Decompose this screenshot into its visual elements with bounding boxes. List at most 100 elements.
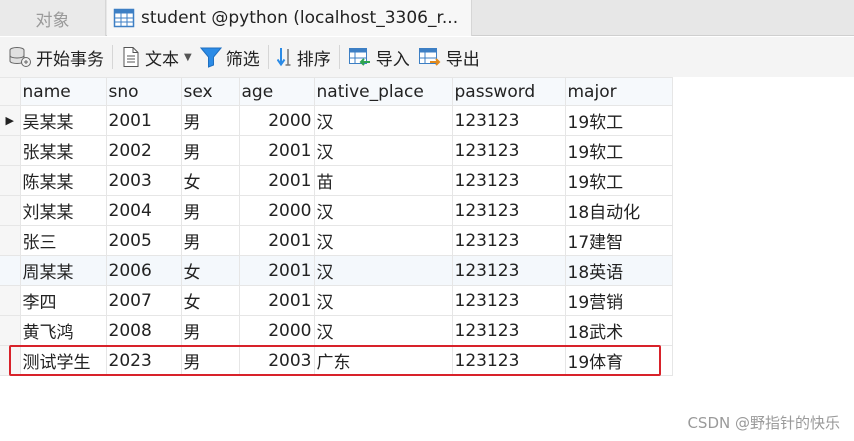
cell-sex[interactable]: 男 [180, 105, 240, 136]
table-row[interactable]: 刘某某 2004 男 2000 汉 123123 18自动化 [0, 195, 673, 226]
row-indicator [0, 225, 21, 256]
cell-password[interactable]: 123123 [451, 315, 566, 346]
table-row[interactable]: ▶ 吴某某 2001 男 2000 汉 123123 19软工 [0, 105, 673, 136]
cell-major[interactable]: 19软工 [564, 105, 673, 136]
cell-major[interactable]: 19营销 [564, 285, 673, 316]
cell-native-place[interactable]: 汉 [313, 255, 453, 286]
cell-age[interactable]: 2001 [238, 135, 315, 166]
tab-student-table[interactable]: student @python (localhost_3306_r... [107, 0, 472, 36]
toolbar-separator [267, 45, 269, 69]
cell-major[interactable]: 19软工 [564, 165, 673, 196]
cell-native-place[interactable]: 汉 [313, 225, 453, 256]
column-header-sex[interactable]: sex [180, 77, 240, 106]
export-label: 导出 [445, 49, 480, 70]
cell-sno[interactable]: 2004 [105, 195, 182, 226]
sort-button[interactable]: 排序 [276, 37, 331, 77]
table-row[interactable]: 张三 2005 男 2001 汉 123123 17建智 [0, 225, 673, 256]
cell-sex[interactable]: 男 [180, 315, 240, 346]
cell-native-place[interactable]: 汉 [313, 135, 453, 166]
table-row[interactable]: 陈某某 2003 女 2001 苗 123123 19软工 [0, 165, 673, 196]
cell-age[interactable]: 2001 [238, 255, 315, 286]
text-label: 文本 [145, 49, 179, 70]
cell-age[interactable]: 2000 [238, 315, 315, 346]
cell-major[interactable]: 18英语 [564, 255, 673, 286]
begin-transaction-label: 开始事务 [36, 49, 104, 70]
cell-name[interactable]: 周某某 [19, 255, 107, 286]
cell-major[interactable]: 17建智 [564, 225, 673, 256]
cell-native-place[interactable]: 汉 [313, 105, 453, 136]
filter-label: 筛选 [225, 49, 260, 70]
cell-sex[interactable]: 女 [180, 255, 240, 286]
cell-name[interactable]: 张某某 [19, 135, 107, 166]
cell-age[interactable]: 2000 [238, 105, 315, 136]
cell-password[interactable]: 123123 [451, 105, 566, 136]
cell-password[interactable]: 123123 [451, 165, 566, 196]
cell-name[interactable]: 黄飞鸿 [19, 315, 107, 346]
table-row[interactable]: 张某某 2002 男 2001 汉 123123 19软工 [0, 135, 673, 166]
toolbar-separator [338, 45, 340, 69]
cell-sno[interactable]: 2006 [105, 255, 182, 286]
chevron-down-icon[interactable]: ▼ [184, 52, 192, 63]
column-header-password[interactable]: password [451, 77, 566, 106]
table-row[interactable]: 周某某 2006 女 2001 汉 123123 18英语 [0, 255, 673, 286]
cell-password[interactable]: 123123 [451, 255, 566, 286]
cell-name[interactable]: 张三 [19, 225, 107, 256]
cell-sno[interactable]: 2003 [105, 165, 182, 196]
tab-bar: 对象 student @python (localhost_3306_r... [0, 0, 854, 36]
cell-age[interactable]: 2001 [238, 225, 315, 256]
cell-native-place[interactable]: 汉 [313, 315, 453, 346]
row-indicator [0, 285, 21, 316]
table-icon [113, 8, 135, 28]
export-table-icon [418, 48, 441, 66]
column-header-sno[interactable]: sno [105, 77, 182, 106]
cell-age[interactable]: 2001 [238, 285, 315, 316]
cell-name[interactable]: 吴某某 [19, 105, 107, 136]
cell-native-place[interactable]: 苗 [313, 165, 453, 196]
cell-password[interactable]: 123123 [451, 225, 566, 256]
table-row[interactable]: 李四 2007 女 2001 汉 123123 19营销 [0, 285, 673, 316]
cell-native-place[interactable]: 汉 [313, 195, 453, 226]
column-header-native-place[interactable]: native_place [313, 77, 453, 106]
cell-name[interactable]: 刘某某 [19, 195, 107, 226]
cell-sex[interactable]: 男 [180, 135, 240, 166]
filter-button[interactable]: 筛选 [199, 37, 260, 77]
cell-password[interactable]: 123123 [451, 285, 566, 316]
tab-objects[interactable]: 对象 [0, 0, 106, 36]
cell-sno[interactable]: 2005 [105, 225, 182, 256]
row-indicator [0, 135, 21, 166]
cell-sex[interactable]: 女 [180, 285, 240, 316]
begin-transaction-button[interactable]: 开始事务 [8, 37, 104, 77]
row-indicator [0, 255, 21, 286]
cell-sno[interactable]: 2002 [105, 135, 182, 166]
column-header-name[interactable]: name [19, 77, 107, 106]
cell-password[interactable]: 123123 [451, 195, 566, 226]
cell-native-place[interactable]: 汉 [313, 285, 453, 316]
watermark: CSDN @野指针的快乐 [687, 414, 840, 432]
current-row-indicator-icon: ▶ [0, 105, 21, 136]
table-row[interactable]: 黄飞鸿 2008 男 2000 汉 123123 18武术 [0, 315, 673, 346]
import-label: 导入 [375, 49, 410, 70]
import-button[interactable]: 导入 [348, 37, 410, 77]
cell-major[interactable]: 19软工 [564, 135, 673, 166]
cell-sno[interactable]: 2007 [105, 285, 182, 316]
text-button[interactable]: 文本 ▼ [121, 37, 192, 77]
cell-name[interactable]: 陈某某 [19, 165, 107, 196]
cell-name[interactable]: 李四 [19, 285, 107, 316]
cell-age[interactable]: 2000 [238, 195, 315, 226]
cell-sex[interactable]: 男 [180, 195, 240, 226]
column-header-age[interactable]: age [238, 77, 315, 106]
import-table-icon [348, 48, 370, 66]
database-transaction-icon [9, 47, 31, 67]
cell-age[interactable]: 2001 [238, 165, 315, 196]
cell-sex[interactable]: 女 [180, 165, 240, 196]
cell-major[interactable]: 18武术 [564, 315, 673, 346]
cell-password[interactable]: 123123 [451, 135, 566, 166]
export-button[interactable]: 导出 [418, 37, 480, 77]
cell-sno[interactable]: 2001 [105, 105, 182, 136]
cell-sex[interactable]: 男 [180, 225, 240, 256]
cell-sno[interactable]: 2008 [105, 315, 182, 346]
column-header-major[interactable]: major [564, 77, 673, 106]
toolbar-separator [112, 45, 113, 69]
cell-major[interactable]: 18自动化 [564, 195, 673, 226]
data-grid: name sno sex age native_place password m… [0, 77, 673, 376]
